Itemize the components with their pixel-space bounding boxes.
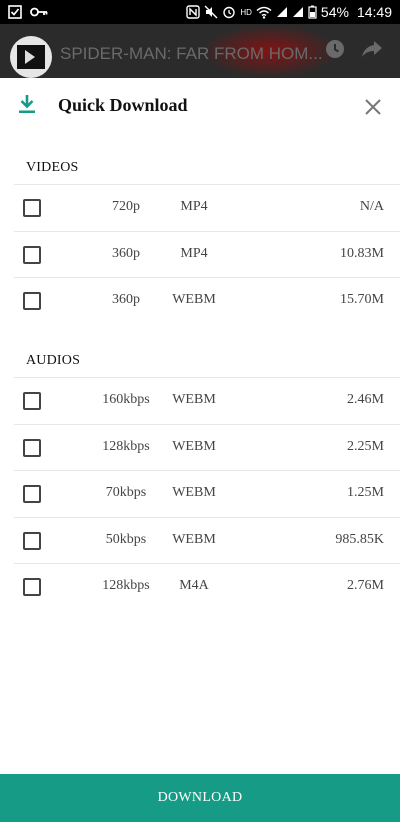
signal-icon-2 [292, 6, 304, 18]
audio-option-row[interactable]: 160kbps WEBM 2.46M [14, 377, 400, 423]
quality-label: 128kbps [102, 578, 150, 593]
option-checkbox[interactable] [23, 292, 41, 310]
hd-icon: HD [240, 7, 252, 17]
format-label: MP4 [180, 199, 208, 214]
quality-label: 720p [112, 199, 140, 214]
video-option-row[interactable]: 360p MP4 10.83M [14, 231, 400, 277]
nfc-icon [186, 5, 201, 19]
format-label: WEBM [172, 292, 216, 307]
quality-label: 360p [112, 292, 140, 307]
download-icon [18, 94, 36, 119]
channel-logo [17, 45, 45, 69]
watch-later-icon[interactable] [324, 38, 346, 65]
battery-percent: 54% [320, 4, 349, 20]
download-button[interactable]: DOWNLOAD [0, 774, 400, 822]
size-label: 10.83M [340, 246, 384, 261]
format-label: WEBM [172, 392, 216, 407]
format-label: WEBM [172, 532, 216, 547]
size-label: 1.25M [347, 485, 384, 500]
quick-download-dialog: Quick Download VIDEOS 720p MP4 N/A 360p … [0, 78, 400, 822]
size-label: 2.25M [347, 439, 384, 454]
audio-option-row[interactable]: 50kbps WEBM 985.85K [14, 517, 400, 563]
size-label: 985.85K [335, 532, 384, 547]
video-option-row[interactable]: 360p WEBM 15.70M [14, 277, 400, 323]
wifi-icon [256, 6, 272, 19]
alarm-icon [222, 5, 236, 19]
share-icon[interactable] [360, 38, 384, 65]
option-checkbox[interactable] [23, 439, 41, 457]
channel-avatar [10, 36, 52, 78]
audios-section-label: AUDIOS [26, 353, 81, 368]
format-label: WEBM [172, 439, 216, 454]
video-option-row[interactable]: 720p MP4 N/A [14, 184, 400, 230]
dialog-title: Quick Download [58, 95, 188, 115]
audio-option-row[interactable]: 128kbps M4A 2.76M [14, 563, 400, 609]
video-header: SPIDER-MAN: FAR FROM HOM... [0, 24, 400, 78]
size-label: 2.76M [347, 578, 384, 593]
mute-icon [204, 5, 218, 19]
videos-section-label: VIDEOS [26, 160, 79, 175]
checklist-icon [8, 5, 22, 19]
battery-icon [308, 5, 317, 19]
clock-time: 14:49 [356, 4, 392, 20]
size-label: 2.46M [347, 392, 384, 407]
option-checkbox[interactable] [23, 578, 41, 596]
option-checkbox[interactable] [23, 199, 41, 217]
format-label: MP4 [180, 246, 208, 261]
option-checkbox[interactable] [23, 532, 41, 550]
option-checkbox[interactable] [23, 485, 41, 503]
signal-icon-1 [276, 6, 288, 18]
size-label: 15.70M [340, 292, 384, 307]
quality-label: 128kbps [102, 439, 150, 454]
key-icon [30, 6, 48, 18]
quality-label: 360p [112, 246, 140, 261]
video-title: SPIDER-MAN: FAR FROM HOM... [60, 44, 323, 63]
quality-label: 160kbps [102, 392, 150, 407]
format-label: M4A [179, 578, 209, 593]
audio-option-row[interactable]: 128kbps WEBM 2.25M [14, 424, 400, 470]
size-label: N/A [359, 199, 384, 214]
format-label: WEBM [172, 485, 216, 500]
option-checkbox[interactable] [23, 246, 41, 264]
quality-label: 70kbps [105, 485, 147, 500]
quality-label: 50kbps [105, 532, 147, 547]
status-bar: HD 54% 14:49 [0, 0, 400, 24]
option-checkbox[interactable] [23, 392, 41, 410]
close-icon[interactable] [362, 96, 384, 118]
dialog-header: Quick Download [0, 78, 400, 136]
audio-option-row[interactable]: 70kbps WEBM 1.25M [14, 470, 400, 516]
